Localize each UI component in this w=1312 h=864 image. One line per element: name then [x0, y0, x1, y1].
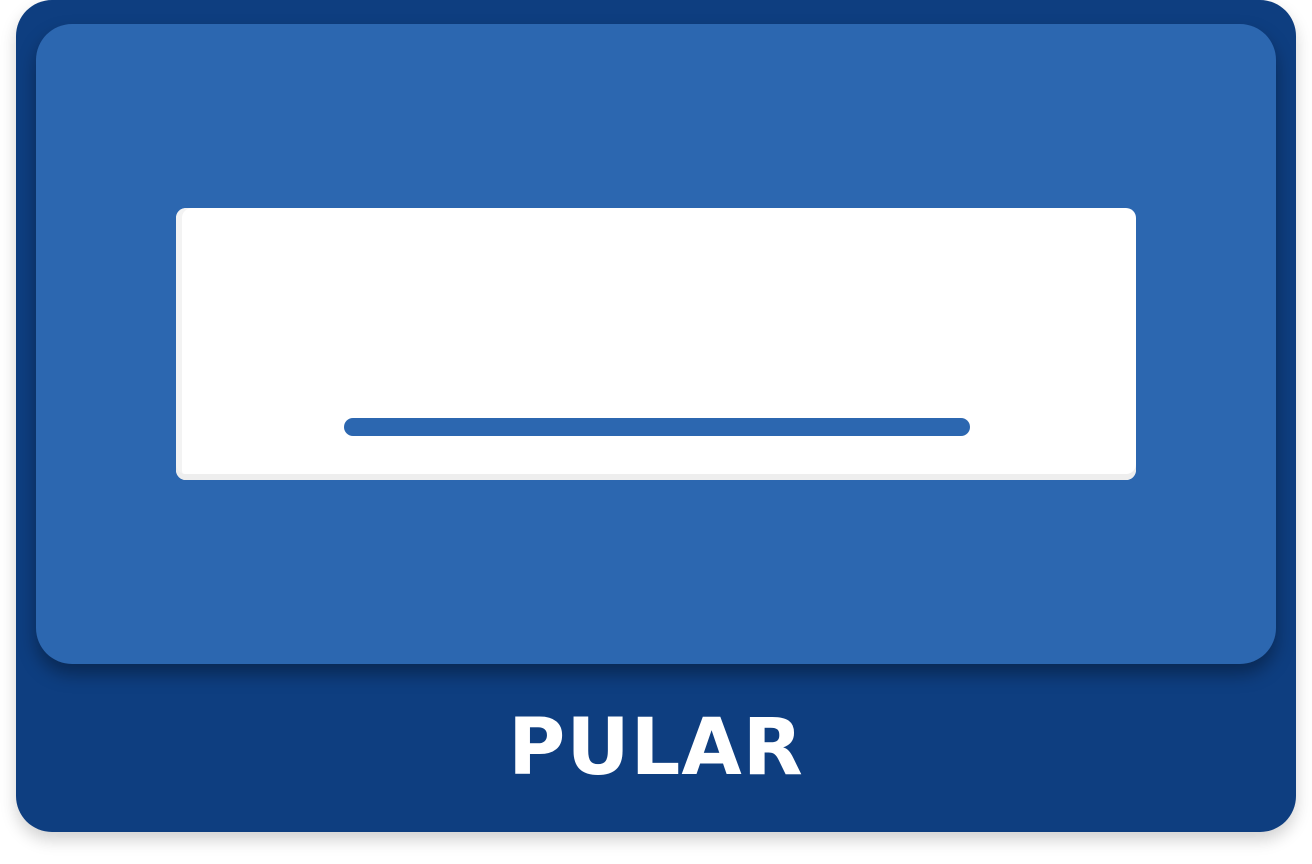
- skip-button-label: PULAR: [508, 703, 804, 793]
- skip-button[interactable]: PULAR: [16, 0, 1296, 832]
- air-conditioner-icon: [176, 208, 1136, 480]
- icon-panel: [36, 24, 1276, 664]
- air-conditioner-vent: [344, 418, 970, 436]
